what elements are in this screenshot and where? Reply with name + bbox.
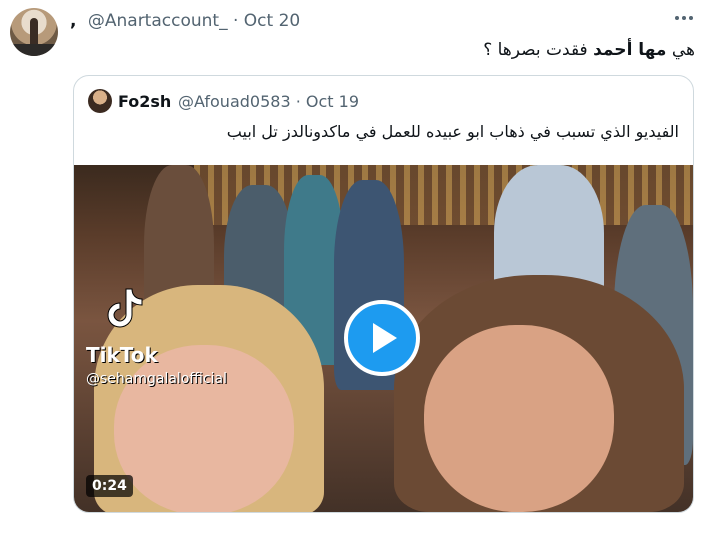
more-icon[interactable] [672, 13, 696, 23]
tweet-text: هي مها أحمد فقدت بصرها ؟ [483, 40, 695, 60]
tweet-date[interactable]: Oct 20 [244, 11, 300, 31]
video-duration: 0:24 [86, 475, 133, 497]
quoted-tweet[interactable]: Fo2sh @Afouad0583 · Oct 19 الفيديو الذي … [73, 75, 694, 513]
avatar-base [10, 44, 58, 56]
quoted-date[interactable]: Oct 19 [306, 92, 359, 111]
user-handle[interactable]: @Anartaccount_ [88, 11, 228, 31]
display-name[interactable]: , [70, 11, 76, 31]
tiktok-watermark-brand: TikTok [86, 343, 158, 367]
tweet-text-prefix: هي [666, 40, 695, 60]
tiktok-logo-icon [107, 288, 143, 328]
quoted-separator: · [295, 92, 301, 111]
quoted-meta: @Afouad0583 · Oct 19 [178, 92, 359, 111]
quoted-handle[interactable]: @Afouad0583 [178, 92, 291, 111]
quoted-text: الفيديو الذي تسبب في ذهاب ابو عبيده للعم… [226, 122, 679, 141]
tweet-text-suffix: فقدت بصرها ؟ [483, 40, 594, 60]
play-button[interactable] [344, 300, 420, 376]
tweet-header: , @Anartaccount_ · Oct 20 [70, 11, 300, 31]
video-player[interactable]: TikTok @sehamgalalofficial 0:24 [74, 165, 693, 512]
avatar[interactable] [10, 8, 58, 56]
quoted-display-name[interactable]: Fo2sh [118, 92, 171, 111]
play-icon [373, 323, 397, 353]
tweet-text-bold[interactable]: مها أحمد [593, 40, 666, 60]
woman-right-face [424, 325, 614, 512]
quoted-avatar[interactable] [88, 89, 112, 113]
separator: · [232, 11, 239, 31]
tiktok-watermark-handle: @sehamgalalofficial [86, 371, 227, 387]
action-bar [70, 528, 700, 548]
